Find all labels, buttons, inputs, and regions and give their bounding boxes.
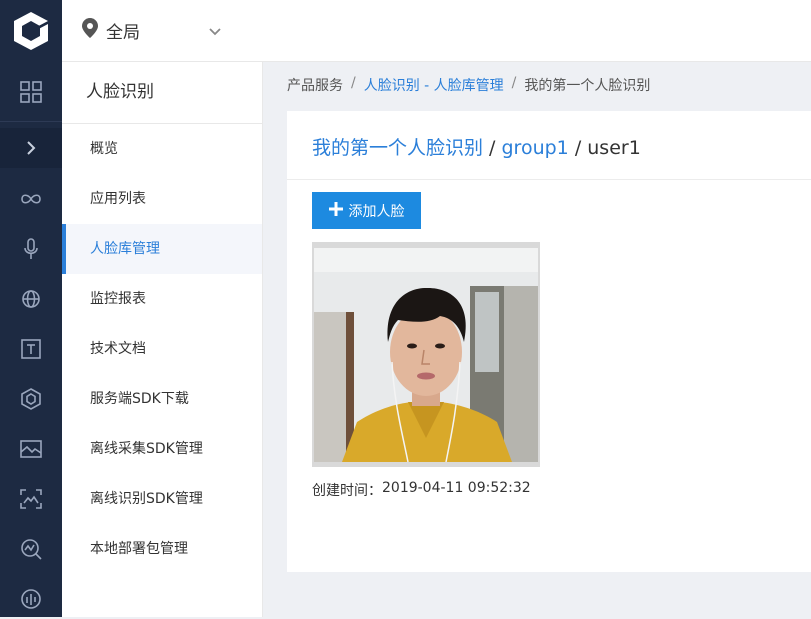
chevron-down-icon [208, 23, 222, 42]
title-app-link[interactable]: 我的第一个人脸识别 [312, 137, 483, 159]
sidebar-item-local-deploy[interactable]: 本地部署包管理 [62, 524, 262, 574]
text-t-icon[interactable] [0, 329, 62, 369]
globe-icon[interactable] [0, 279, 62, 319]
title-separator: / [568, 137, 588, 159]
rail-divider [0, 121, 62, 122]
top-header: 全局 [62, 0, 811, 62]
title-user: user1 [587, 137, 641, 159]
breadcrumb-link[interactable]: 人脸识别 - 人脸库管理 [364, 75, 504, 95]
created-time: 创建时间： 2019-04-11 09:52:32 [312, 480, 531, 500]
region-label: 全局 [106, 22, 140, 43]
face-photo[interactable] [312, 242, 540, 467]
cube-icon[interactable] [0, 379, 62, 419]
breadcrumb-root: 产品服务 [287, 78, 343, 94]
created-time-label: 创建时间： [312, 483, 382, 499]
sidebar-item-face-library[interactable]: 人脸库管理 [62, 224, 262, 274]
icon-rail [0, 0, 62, 617]
header-divider [287, 179, 811, 180]
sidebar-item-app-list[interactable]: 应用列表 [62, 174, 262, 224]
product-sidebar: 人脸识别 概览 应用列表 人脸库管理 监控报表 技术文档 服务端SDK下载 离线… [62, 62, 263, 617]
audio-icon[interactable] [0, 579, 62, 619]
logo-icon[interactable] [0, 0, 62, 61]
infinity-icon[interactable] [0, 179, 62, 219]
content-panel: 我的第一个人脸识别 / group1 / user1 添加人脸 创建时间： 20… [287, 111, 811, 572]
add-face-label: 添加人脸 [348, 203, 405, 220]
sidebar-item-tech-docs[interactable]: 技术文档 [62, 324, 262, 374]
breadcrumb-separator: / [351, 75, 356, 91]
plus-icon [328, 201, 343, 220]
region-selector[interactable]: 全局 [82, 16, 221, 44]
sidebar-item-offline-capture-sdk[interactable]: 离线采集SDK管理 [62, 424, 262, 474]
location-pin-icon [82, 18, 98, 42]
sidebar-item-offline-recognition-sdk[interactable]: 离线识别SDK管理 [62, 474, 262, 524]
grid-icon[interactable] [0, 72, 62, 112]
sidebar-item-overview[interactable]: 概览 [62, 124, 262, 174]
chart-search-icon[interactable] [0, 529, 62, 569]
breadcrumb: 产品服务 / 人脸识别 - 人脸库管理 / 我的第一个人脸识别 [287, 75, 650, 95]
microphone-icon[interactable] [0, 229, 62, 269]
image-icon[interactable] [0, 429, 62, 469]
sidebar-title: 人脸识别 [62, 62, 262, 124]
title-separator: / [483, 137, 502, 159]
sidebar-item-server-sdk[interactable]: 服务端SDK下载 [62, 374, 262, 424]
sidebar-item-monitor-report[interactable]: 监控报表 [62, 274, 262, 324]
breadcrumb-current: 我的第一个人脸识别 [524, 78, 651, 94]
title-group-link[interactable]: group1 [502, 137, 569, 159]
breadcrumb-separator: / [511, 75, 517, 91]
add-face-button[interactable]: 添加人脸 [312, 192, 421, 229]
created-time-value: 2019-04-11 09:52:32 [382, 480, 531, 496]
face-scan-icon[interactable] [0, 479, 62, 519]
page-title: 我的第一个人脸识别 / group1 / user1 [312, 133, 641, 160]
expand-arrow-icon[interactable] [0, 128, 62, 168]
